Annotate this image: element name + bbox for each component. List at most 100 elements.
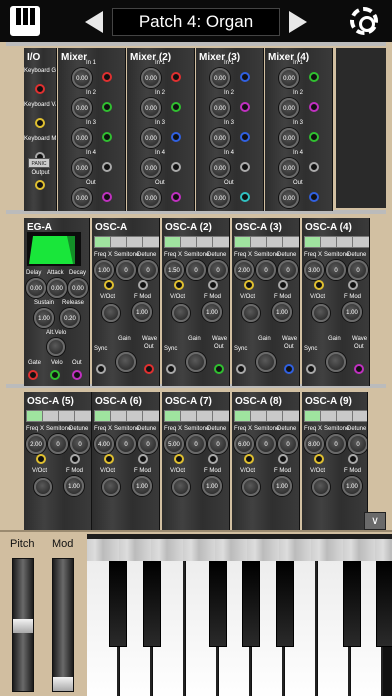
square-wave-button[interactable] [282, 236, 299, 248]
mixer-in4-knob[interactable]: 0.00 [141, 158, 161, 178]
eg-gate-jack[interactable] [28, 370, 38, 380]
osc-fmod-jack[interactable] [348, 454, 358, 464]
mixer-in1-jack[interactable] [171, 72, 181, 82]
mixer-in2-knob[interactable]: 0.00 [210, 98, 230, 118]
osc-voct-jack[interactable] [244, 280, 254, 290]
osc-out-jack[interactable] [354, 364, 364, 374]
osc-detune-knob[interactable]: 0 [208, 434, 228, 454]
black-key[interactable] [343, 561, 361, 647]
mixer-in1-jack[interactable] [240, 72, 250, 82]
eg-attack-knob[interactable]: 0.00 [47, 278, 67, 298]
panic-button[interactable]: PANIC [28, 158, 50, 168]
mixer-in2-knob[interactable]: 0.00 [72, 98, 92, 118]
osc-detune-knob[interactable]: 0 [138, 434, 158, 454]
osc-out-jack[interactable] [214, 364, 224, 374]
io-jack-output[interactable] [35, 180, 45, 190]
mixer-in2-knob[interactable]: 0.00 [141, 98, 161, 118]
mixer-out-knob[interactable]: 0.00 [210, 188, 230, 208]
osc-sync-jack[interactable] [96, 364, 106, 374]
osc-voct-knob[interactable] [242, 478, 260, 496]
osc-detune-knob[interactable]: 0 [278, 434, 298, 454]
mixer-out-knob[interactable]: 0.00 [279, 188, 299, 208]
mixer-in1-knob[interactable]: 0.00 [279, 68, 299, 88]
io-jack-voct[interactable] [35, 118, 45, 128]
eg-decay-knob[interactable]: 0.00 [68, 278, 88, 298]
osc-fmod-knob[interactable]: 1.00 [272, 476, 292, 496]
mixer-in4-knob[interactable]: 0.00 [279, 158, 299, 178]
io-jack-gate[interactable] [35, 84, 45, 94]
black-key[interactable] [209, 561, 227, 647]
mixer-out-knob[interactable]: 0.00 [72, 188, 92, 208]
osc-semi-knob[interactable]: 0 [326, 434, 346, 454]
osc-voct-jack[interactable] [314, 280, 324, 290]
mixer-in2-jack[interactable] [309, 102, 319, 112]
mixer-in3-jack[interactable] [240, 132, 250, 142]
mixer-in2-jack[interactable] [171, 102, 181, 112]
osc-gain-knob[interactable] [116, 352, 136, 372]
osc-detune-knob[interactable]: 0 [138, 260, 158, 280]
osc-voct-knob[interactable] [312, 304, 330, 322]
osc-fmod-jack[interactable] [348, 280, 358, 290]
osc-semi-knob[interactable]: 0 [186, 260, 206, 280]
osc-freq-knob[interactable]: 5.00 [164, 434, 184, 454]
osc-voct-jack[interactable] [174, 454, 184, 464]
black-key[interactable] [143, 561, 161, 647]
gear-icon[interactable] [350, 7, 378, 35]
square-wave-button[interactable] [282, 410, 299, 422]
osc-sync-jack[interactable] [306, 364, 316, 374]
osc-fmod-knob[interactable]: 1.00 [202, 476, 222, 496]
pitch-wheel[interactable] [12, 558, 34, 692]
arrow-right-icon[interactable] [289, 11, 307, 33]
osc-gain-knob[interactable] [326, 352, 346, 372]
eg-out-jack[interactable] [72, 370, 82, 380]
osc-voct-jack[interactable] [104, 454, 114, 464]
mixer-out-jack[interactable] [171, 192, 181, 202]
mixer-in4-knob[interactable]: 0.00 [72, 158, 92, 178]
mixer-in4-jack[interactable] [309, 162, 319, 172]
osc-fmod-jack[interactable] [208, 454, 218, 464]
mod-wheel[interactable] [52, 558, 74, 692]
osc-voct-knob[interactable] [242, 304, 260, 322]
black-key[interactable] [376, 561, 392, 647]
mixer-in3-jack[interactable] [309, 132, 319, 142]
square-wave-button[interactable] [142, 236, 159, 248]
mixer-in1-jack[interactable] [102, 72, 112, 82]
osc-fmod-jack[interactable] [70, 454, 80, 464]
osc-voct-knob[interactable] [34, 478, 52, 496]
osc-fmod-knob[interactable]: 1.00 [132, 302, 152, 322]
square-wave-button[interactable] [212, 410, 229, 422]
square-wave-button[interactable] [142, 410, 159, 422]
mixer-out-jack[interactable] [309, 192, 319, 202]
osc-gain-knob[interactable] [186, 352, 206, 372]
mixer-out-knob[interactable]: 0.00 [141, 188, 161, 208]
osc-sync-jack[interactable] [236, 364, 246, 374]
mixer-out-jack[interactable] [102, 192, 112, 202]
mixer-out-jack[interactable] [240, 192, 250, 202]
eg-release-knob[interactable]: 0.20 [60, 308, 80, 328]
osc-voct-jack[interactable] [174, 280, 184, 290]
square-wave-button[interactable] [212, 236, 229, 248]
osc-voct-knob[interactable] [312, 478, 330, 496]
osc-out-jack[interactable] [284, 364, 294, 374]
chevron-down-icon[interactable]: ∨ [364, 512, 386, 530]
osc-voct-knob[interactable] [102, 304, 120, 322]
osc-gain-knob[interactable] [256, 352, 276, 372]
mixer-in3-jack[interactable] [171, 132, 181, 142]
osc-fmod-knob[interactable]: 1.00 [342, 476, 362, 496]
square-wave-button[interactable] [352, 236, 369, 248]
osc-fmod-jack[interactable] [278, 454, 288, 464]
patch-title[interactable]: Patch 4: Organ [112, 8, 280, 36]
osc-semi-knob[interactable]: 0 [48, 434, 68, 454]
black-key[interactable] [276, 561, 294, 647]
eg-sustain-knob[interactable]: 1.00 [34, 308, 54, 328]
square-wave-button[interactable] [352, 410, 367, 422]
mixer-in4-jack[interactable] [240, 162, 250, 172]
osc-semi-knob[interactable]: 0 [186, 434, 206, 454]
osc-freq-knob[interactable]: 6.00 [234, 434, 254, 454]
mixer-in4-jack[interactable] [171, 162, 181, 172]
osc-detune-knob[interactable]: 0 [348, 434, 367, 454]
mixer-in2-jack[interactable] [240, 102, 250, 112]
mixer-in1-jack[interactable] [309, 72, 319, 82]
eg-altvelo-knob[interactable] [47, 338, 65, 356]
osc-voct-jack[interactable] [314, 454, 324, 464]
